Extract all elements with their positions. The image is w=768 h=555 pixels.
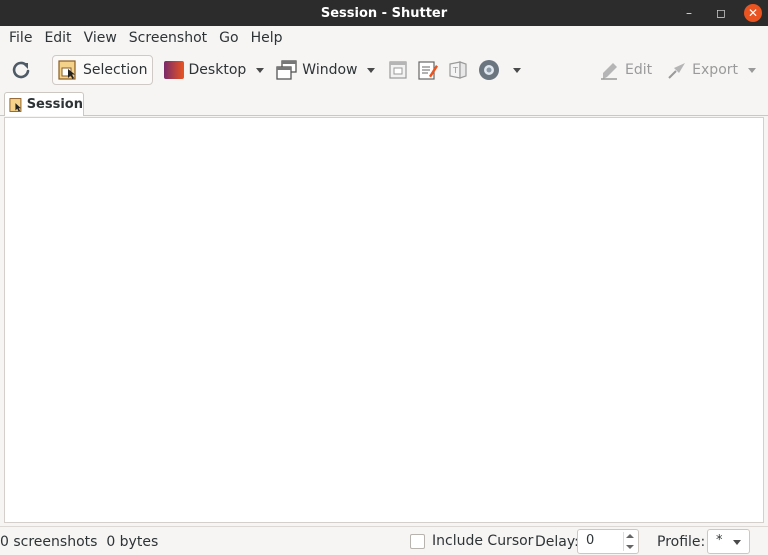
maximize-icon[interactable]: ◻ [712, 4, 730, 22]
menu-screenshot[interactable]: Screenshot [123, 26, 213, 50]
desktop-icon [163, 61, 184, 79]
menu-view[interactable]: View [78, 26, 123, 50]
menu-file[interactable]: File [3, 26, 38, 50]
shutter-window: Session - Shutter – ◻ ✕ File Edit View S… [0, 0, 768, 555]
profile-select[interactable]: * [707, 529, 750, 554]
menu-edit[interactable]: Edit [38, 26, 77, 50]
include-cursor-toggle[interactable]: Include Cursor [410, 533, 533, 549]
desktop-dropdown-icon[interactable] [256, 67, 265, 73]
window-button[interactable]: Window [272, 55, 361, 85]
web-button[interactable] [473, 55, 505, 85]
export-icon [668, 63, 686, 79]
session-tab-icon [9, 97, 22, 112]
web-capture-icon: T [449, 61, 468, 79]
refresh-button[interactable] [6, 55, 36, 85]
include-cursor-checkbox[interactable] [410, 533, 425, 549]
tooltip-capture-icon [418, 61, 439, 80]
window-title: Session - Shutter [320, 5, 448, 21]
menu-bar: File Edit View Screenshot Go Help [0, 26, 768, 50]
tab-session-label: Session [26, 97, 83, 112]
delay-value: 0 [586, 533, 595, 548]
export-button[interactable]: Export [662, 55, 742, 85]
status-bar: 0 screenshots 0 bytes Include Cursor Del… [0, 526, 768, 555]
tab-session[interactable]: Session [4, 92, 84, 116]
desktop-label: Desktop [188, 62, 247, 78]
desktop-button[interactable]: Desktop [159, 55, 251, 85]
menu-capture-button[interactable] [383, 55, 413, 85]
session-content-area[interactable] [4, 117, 764, 523]
web-dropdown-icon[interactable] [513, 67, 522, 73]
increment-icon[interactable] [626, 534, 634, 538]
svg-text:T: T [452, 66, 458, 75]
edit-button[interactable]: Edit [595, 55, 656, 85]
window-label: Window [302, 62, 358, 78]
web-icon [479, 60, 500, 80]
profile-dropdown-icon [733, 540, 741, 545]
screenshot-summary: 0 screenshots 0 bytes [0, 534, 159, 550]
window-controls: – ◻ ✕ [680, 0, 762, 26]
decrement-icon[interactable] [626, 545, 634, 549]
spinner-separator [623, 532, 624, 551]
selection-button[interactable]: Selection [52, 55, 153, 85]
close-icon[interactable]: ✕ [744, 4, 762, 22]
profile-label: Profile: [657, 534, 706, 550]
export-label: Export [692, 62, 738, 78]
window-icon [276, 60, 297, 80]
menu-help[interactable]: Help [245, 26, 289, 50]
toolbar: Selection Desktop Window T Edit Export [0, 50, 768, 90]
delay-label: Delay: [535, 534, 579, 550]
refresh-icon [12, 61, 30, 79]
profile-value: * [716, 533, 723, 548]
tab-bar: Session [0, 90, 768, 116]
window-dropdown-icon[interactable] [367, 67, 376, 73]
minimize-icon[interactable]: – [680, 4, 698, 22]
tooltip-capture-button[interactable] [413, 55, 443, 85]
edit-label: Edit [625, 62, 653, 78]
selection-icon [58, 60, 76, 80]
delay-spinner[interactable]: 0 [577, 529, 639, 554]
web-capture-button[interactable]: T [443, 55, 473, 85]
selection-label: Selection [83, 62, 148, 78]
menu-go[interactable]: Go [213, 26, 244, 50]
menu-capture-icon [389, 61, 408, 79]
include-cursor-label: Include Cursor [432, 533, 534, 549]
export-dropdown-icon[interactable] [748, 67, 756, 73]
title-bar: Session - Shutter – ◻ ✕ [0, 0, 768, 26]
edit-icon [601, 63, 618, 80]
